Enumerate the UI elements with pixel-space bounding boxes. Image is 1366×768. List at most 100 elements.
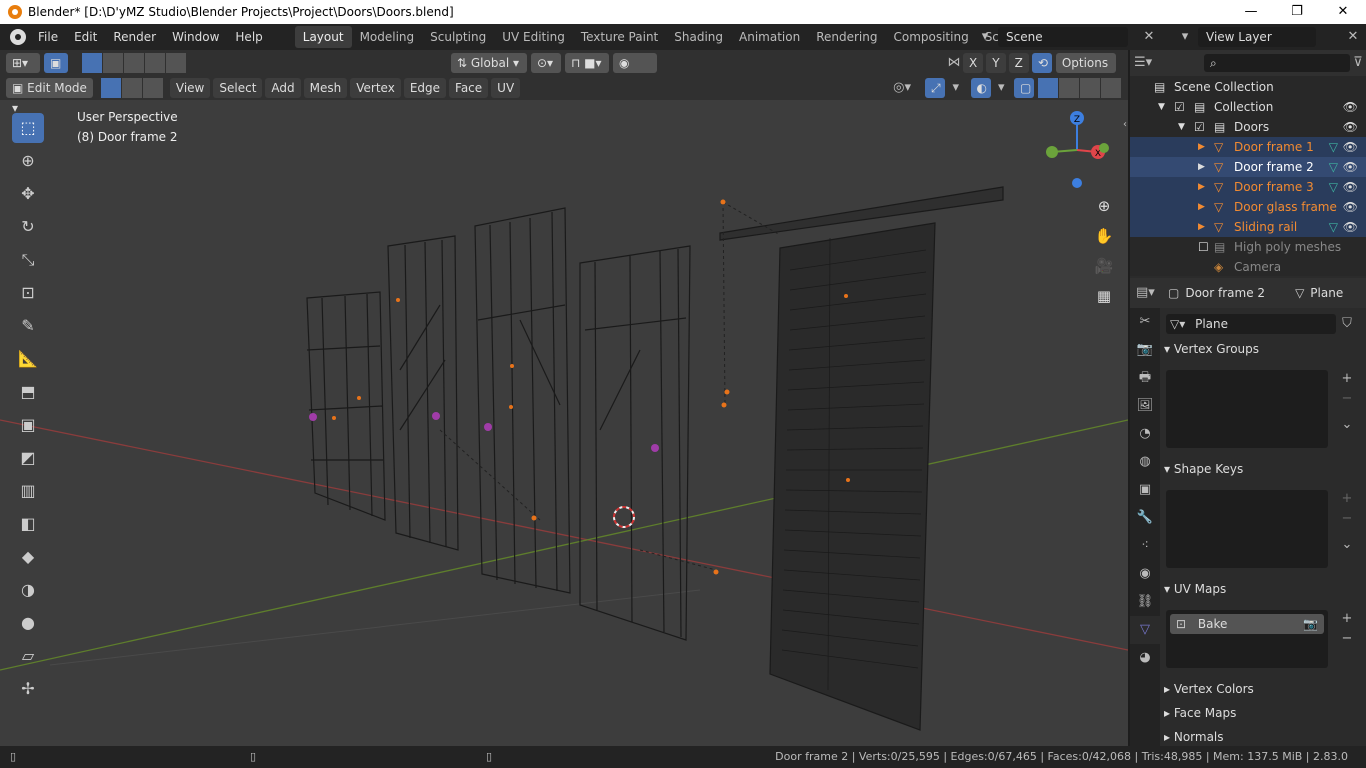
zoom-icon[interactable]: ⊕	[1092, 194, 1116, 218]
close-scene-icon[interactable]: ✕	[1140, 28, 1158, 46]
tab-animation[interactable]: Animation	[731, 26, 808, 48]
menu-view[interactable]: View	[169, 78, 211, 98]
ortho-grid-icon[interactable]: ▦	[1092, 284, 1116, 308]
axis-z-toggle[interactable]: Z	[1008, 53, 1029, 73]
inset-tool-icon[interactable]: ▣	[12, 410, 44, 440]
eye-icon[interactable]: 👁	[1343, 197, 1358, 217]
tab-uv-editing[interactable]: UV Editing	[494, 26, 573, 48]
outliner-editor-icon[interactable]: ☰▾	[1134, 54, 1152, 72]
material-tab-icon[interactable]: ◕	[1130, 644, 1160, 672]
output-tab-icon[interactable]: 🖶	[1130, 364, 1160, 392]
shape-keys-panel[interactable]: ▾ Shape Keys	[1164, 458, 1360, 480]
close-view-layer-icon[interactable]: ✕	[1344, 28, 1362, 46]
menu-vertex[interactable]: Vertex	[350, 78, 401, 98]
view-layer-tab-icon[interactable]: 🖼	[1130, 392, 1160, 420]
remove-vertex-group-icon[interactable]: −	[1338, 390, 1356, 408]
editor-type-dropdown[interactable]: ⊞▾	[6, 53, 40, 73]
menu-face[interactable]: Face	[449, 78, 489, 98]
doors-collection-row[interactable]: ▼ ☑ ▤ Doors 👁	[1130, 117, 1366, 137]
overlay-toggle-icon[interactable]: ◐	[970, 78, 991, 98]
axis-y-toggle[interactable]: Y	[986, 53, 1006, 73]
add-uv-map-icon[interactable]: +	[1338, 610, 1356, 628]
outliner-item-door-glass-frame[interactable]: ▶ ▽ Door glass frame 👁	[1130, 197, 1366, 217]
move-tool-icon[interactable]: ✥	[12, 179, 44, 209]
face-select-icon[interactable]	[142, 78, 163, 98]
normals-panel[interactable]: ▸ Normals	[1164, 726, 1360, 748]
scene-selector[interactable]: Scene	[998, 27, 1128, 47]
auto-merge-icon[interactable]: ⟲	[1031, 53, 1052, 73]
vertex-colors-panel[interactable]: ▸ Vertex Colors	[1164, 678, 1360, 700]
maximize-button[interactable]: ❐	[1274, 0, 1320, 24]
vertex-select-icon[interactable]	[100, 78, 121, 98]
options-dropdown[interactable]: Options ▾	[1055, 53, 1116, 90]
select-mode-icon[interactable]: ▣	[44, 53, 68, 73]
close-button[interactable]: ✕	[1320, 0, 1366, 24]
mirror-icon[interactable]: ⋈	[945, 54, 963, 72]
blender-menu-icon[interactable]	[10, 29, 26, 45]
expand-icon[interactable]: ▶	[1198, 177, 1205, 197]
outliner-item-door-frame-3[interactable]: ▶ ▽ Door frame 3 ▽ 👁	[1130, 177, 1366, 197]
loop-cut-tool-icon[interactable]: ▥	[12, 476, 44, 506]
render-camera-icon[interactable]: 📷	[1303, 614, 1318, 634]
tab-sculpting[interactable]: Sculpting	[422, 26, 494, 48]
pivot-dropdown[interactable]: ⊙▾	[531, 53, 561, 73]
poly-build-tool-icon[interactable]: ◆	[12, 542, 44, 572]
orientation-dropdown[interactable]: ⇅ Global ▾	[451, 53, 527, 73]
menu-edit[interactable]: Edit	[66, 24, 105, 50]
smooth-tool-icon[interactable]: ●	[12, 608, 44, 638]
eye-icon[interactable]: 👁	[1343, 217, 1358, 237]
eye-icon[interactable]: 👁	[1343, 157, 1358, 177]
outliner-item-camera[interactable]: ◈ Camera	[1130, 257, 1366, 273]
vertex-group-menu-icon[interactable]: ⌄	[1338, 416, 1356, 434]
rotate-tool-icon[interactable]: ↻	[12, 212, 44, 242]
uv-maps-panel[interactable]: ▾ UV Maps	[1164, 578, 1360, 600]
edge-select-icon[interactable]	[121, 78, 142, 98]
tab-shading[interactable]: Shading	[666, 26, 731, 48]
remove-uv-map-icon[interactable]: −	[1338, 630, 1356, 648]
uv-maps-list[interactable]: ⊡ Bake 📷	[1166, 610, 1328, 668]
menu-mesh[interactable]: Mesh	[303, 78, 348, 98]
expand-icon[interactable]: ▶	[1198, 137, 1205, 157]
menu-render[interactable]: Render	[105, 24, 164, 50]
doors-expand-icon[interactable]: ▼	[1178, 117, 1185, 137]
shape-key-menu-icon[interactable]: ⌄	[1338, 536, 1356, 554]
vertex-groups-panel[interactable]: ▾ Vertex Groups	[1164, 338, 1360, 360]
filter-icon[interactable]: ⊽	[1350, 54, 1366, 72]
rendered-shading-icon[interactable]	[1101, 78, 1121, 98]
eye-icon[interactable]: 👁	[1343, 97, 1358, 117]
expand-icon[interactable]: ▶	[1198, 217, 1205, 237]
spin-tool-icon[interactable]: ◑	[12, 575, 44, 605]
world-tab-icon[interactable]: ◍	[1130, 448, 1160, 476]
navigation-gizmo[interactable]: Z X	[1046, 111, 1109, 188]
tool-tab-icon[interactable]: ✂	[1130, 308, 1160, 336]
select-box-tool-icon[interactable]: ⬚	[12, 113, 44, 143]
mesh-data-tab-icon[interactable]: ▽	[1130, 616, 1160, 644]
collection-expand-icon[interactable]: ▼	[1158, 97, 1165, 117]
transform-tool-icon[interactable]: ⊡	[12, 278, 44, 308]
minimize-button[interactable]: —	[1228, 0, 1274, 24]
solid-shading-icon[interactable]	[1059, 78, 1079, 98]
particles-tab-icon[interactable]: ⁖	[1130, 532, 1160, 560]
shear-tool-icon[interactable]: ✢	[12, 674, 44, 704]
add-shape-key-icon[interactable]: +	[1338, 490, 1356, 508]
select-new-icon[interactable]	[82, 53, 102, 73]
measure-tool-icon[interactable]: 📐	[12, 344, 44, 374]
expand-icon[interactable]: ▶	[1198, 157, 1205, 177]
eye-icon[interactable]: 👁	[1343, 137, 1358, 157]
tab-modeling[interactable]: Modeling	[352, 26, 423, 48]
collection-checkbox[interactable]: ☑	[1174, 97, 1185, 117]
scene-tab-icon[interactable]: ◔	[1130, 420, 1160, 448]
select-invert-icon[interactable]	[145, 53, 165, 73]
menu-add[interactable]: Add	[265, 78, 301, 98]
annotate-tool-icon[interactable]: ✎	[12, 311, 44, 341]
menu-uv[interactable]: UV	[491, 78, 521, 98]
render-tab-icon[interactable]: 📷	[1130, 336, 1160, 364]
modifier-tab-icon[interactable]: 🔧	[1130, 504, 1160, 532]
outliner-item-high-poly[interactable]: ☐ ▤ High poly meshes	[1130, 237, 1366, 257]
tab-layout[interactable]: Layout	[294, 26, 352, 48]
mesh-name-field[interactable]: ▽▾ Plane	[1166, 314, 1336, 334]
menu-file[interactable]: File	[30, 24, 66, 50]
shrink-fatten-tool-icon[interactable]: ▱	[12, 641, 44, 671]
expand-icon[interactable]: ▶	[1198, 197, 1205, 217]
camera-view-icon[interactable]: 🎥	[1092, 254, 1116, 278]
